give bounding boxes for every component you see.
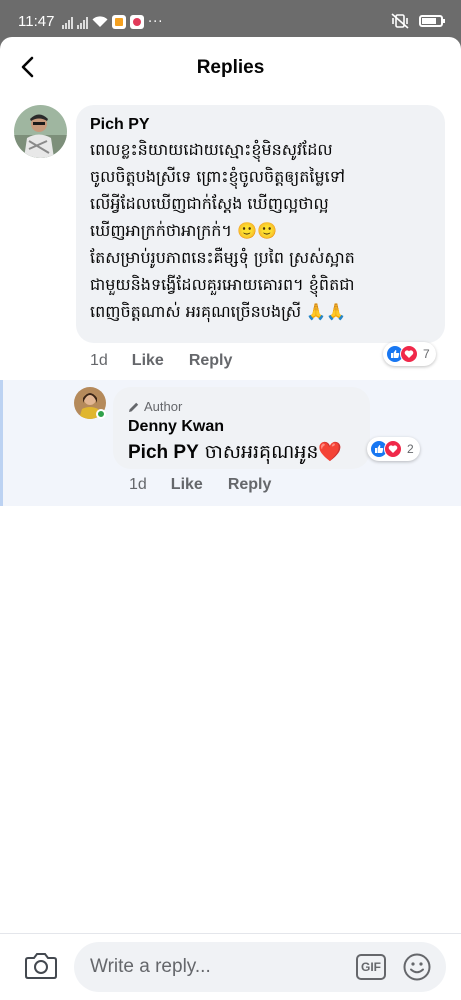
comment-text: ពេលខ្លះនិយាយដោយស្មោះខ្ញុំមិនសូវដែល ចូលចិ…: [90, 136, 440, 325]
mention-link[interactable]: Pich PY: [128, 442, 199, 463]
camera-icon[interactable]: [24, 950, 58, 980]
comment-line: ឃើញអាក្រក់ថាអាក្រក់។ 🙂🙂: [90, 221, 277, 240]
wifi-icon: [92, 16, 108, 27]
online-status-indicator: [96, 409, 106, 419]
comment-line: តែសម្រាប់រូបភាពនេះគឺម្សទុំ ប្រពៃ ស្រស់ស្…: [90, 248, 355, 267]
comment-bubble: Pich PY ពេលខ្លះនិយាយដោយស្មោះខ្ញុំមិនសូវដ…: [76, 105, 445, 343]
status-bar: 11:47 ···: [0, 0, 461, 40]
reply-input[interactable]: [90, 954, 340, 980]
pencil-icon: [129, 402, 139, 412]
reaction-count: 7: [423, 347, 430, 361]
avatar[interactable]: [14, 105, 67, 158]
page-title: Replies: [196, 57, 265, 78]
vibrate-icon: [391, 13, 409, 29]
comment-line: ជាមួយនិងទង្វើដែលគួរអោយគោរព។ ខ្ញុំពិតជា: [90, 275, 355, 294]
reply-composer: GIF: [0, 933, 461, 1000]
like-button[interactable]: Like: [132, 352, 164, 370]
author-badge: Author: [128, 399, 182, 414]
more-dots-icon: ···: [148, 14, 164, 30]
reply-timestamp: 1d: [129, 476, 147, 493]
gif-button[interactable]: GIF: [356, 954, 386, 980]
thread-indicator: [0, 380, 3, 506]
reply-reply-button[interactable]: Reply: [228, 476, 272, 494]
reply-reaction-summary[interactable]: 2: [367, 437, 420, 461]
reply-reaction-count: 2: [407, 442, 414, 456]
comment-author[interactable]: Pich PY: [90, 116, 150, 134]
emoji-icon[interactable]: [402, 952, 432, 982]
reply-message: ចាសអរគុណអូន❤️: [198, 441, 343, 463]
love-reaction-icon: [384, 440, 402, 458]
reply-author[interactable]: Denny Kwan: [128, 418, 224, 436]
battery-icon: [419, 15, 445, 27]
replies-sheet: Replies Pich PY ពេលខ្លះនិយាយដោយស្មោះខ្ញុ…: [0, 37, 461, 1000]
reply-button[interactable]: Reply: [189, 352, 233, 370]
app-notification-icon: [112, 15, 126, 29]
comment-line: ពេញចិត្តណាស់ អរគុណច្រើនបងស្រី 🙏🙏: [90, 302, 347, 321]
reply-actions: 1d Like Reply: [129, 476, 296, 494]
author-badge-label: Author: [144, 399, 183, 414]
comment-line: លើអ្វីដែលឃើញជាក់ស្តែង ឃើញល្អថាល្អ: [90, 194, 329, 213]
love-reaction-icon: [400, 345, 418, 363]
reaction-summary[interactable]: 7: [383, 342, 436, 366]
comment-line: ពេលខ្លះនិយាយដោយស្មោះខ្ញុំមិនសូវដែល: [90, 140, 333, 159]
signal-icon: [77, 16, 88, 29]
reply-like-button[interactable]: Like: [171, 476, 203, 494]
comment-line: ចូលចិត្តបងស្រីទេ ព្រោះខ្ញុំចូលចិត្តឲ្យតម…: [90, 167, 345, 186]
app-notification-icon: [130, 15, 144, 29]
signal-icon: [62, 16, 73, 29]
reply-input-container: GIF: [74, 942, 446, 992]
comment-timestamp: 1d: [90, 352, 108, 369]
header: Replies: [0, 37, 461, 99]
comment-actions: 1d Like Reply: [90, 352, 257, 370]
reply-bubble: Author Denny Kwan Pich PY ចាសអរគុណអូន❤️: [113, 387, 370, 469]
reply-text: Pich PY ចាសអរគុណអូន❤️: [128, 440, 342, 468]
status-time: 11:47: [18, 13, 55, 30]
